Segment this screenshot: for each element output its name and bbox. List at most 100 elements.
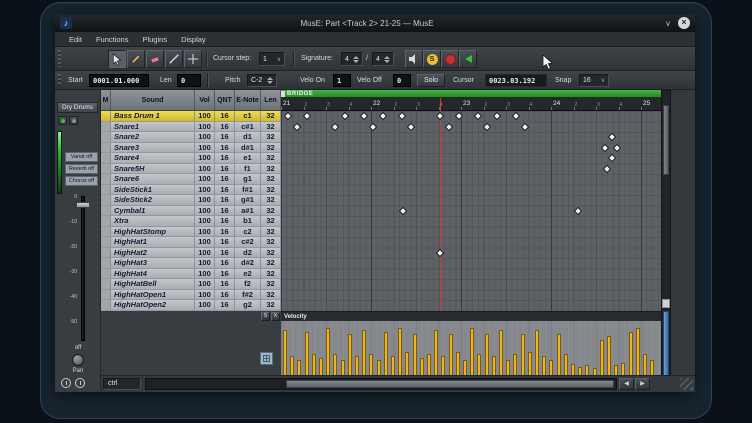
velocity-bar[interactable]	[398, 328, 402, 376]
pitch-spinbox[interactable]: C-2	[247, 74, 277, 87]
velocity-bar[interactable]	[477, 354, 481, 376]
velocity-bar[interactable]	[441, 356, 445, 376]
velocity-bar[interactable]	[629, 332, 633, 376]
drum-row[interactable]: Snare110016c#132	[101, 122, 281, 133]
drum-row[interactable]: Bass Drum 110016c132	[101, 111, 281, 122]
follow-song-button[interactable]	[459, 50, 477, 68]
velocity-bar[interactable]	[355, 356, 359, 376]
midi-in-button[interactable]	[441, 50, 459, 68]
velocity-bar[interactable]	[297, 360, 301, 376]
note-diamond[interactable]	[436, 112, 444, 120]
velocity-bars-area[interactable]	[281, 321, 661, 376]
velocity-bar[interactable]	[513, 354, 517, 376]
note-diamond[interactable]	[574, 206, 582, 214]
controller-select-button[interactable]	[260, 352, 273, 365]
velocity-bar[interactable]	[528, 352, 532, 376]
grid-scrollbar-thumb[interactable]	[663, 105, 669, 175]
velocity-bar[interactable]	[542, 356, 546, 376]
note-diamond[interactable]	[341, 112, 349, 120]
velocity-bar[interactable]	[427, 354, 431, 376]
menu-plugins[interactable]: Plugins	[142, 35, 167, 44]
part-bar[interactable]: BRIDGE	[281, 90, 661, 98]
note-diamond[interactable]	[474, 112, 482, 120]
velocity-bar[interactable]	[535, 330, 539, 376]
note-diamond[interactable]	[293, 122, 301, 130]
velocity-bar[interactable]	[650, 360, 654, 376]
signature-numerator-spinbox[interactable]: 4	[341, 52, 363, 66]
controller-solo-button[interactable]: S	[261, 312, 270, 321]
chorus-send-chip[interactable]: Chorus off	[65, 176, 98, 186]
velocity-bar[interactable]	[348, 334, 352, 376]
titlebar[interactable]: ♪ MusE: Part <Track 2> 21-25 — MusE ∨ ×	[55, 14, 695, 32]
volume-slider[interactable]	[81, 196, 85, 341]
note-diamond[interactable]	[360, 112, 368, 120]
variat-send-chip[interactable]: Variat off	[65, 152, 98, 162]
note-diamond[interactable]	[369, 122, 377, 130]
playhead-cursor[interactable]	[440, 98, 441, 311]
pencil-tool-button[interactable]	[127, 50, 145, 68]
note-diamond[interactable]	[608, 133, 616, 141]
velocity-bar[interactable]	[643, 354, 647, 376]
reverb-send-chip[interactable]: Reverb off	[65, 164, 98, 174]
part-handle-icon[interactable]	[281, 91, 285, 97]
velocity-bar[interactable]	[463, 360, 467, 376]
note-diamond[interactable]	[303, 112, 311, 120]
mute-button[interactable]	[69, 116, 78, 125]
signature-denominator-spinbox[interactable]: 4	[372, 52, 394, 66]
note-diamond[interactable]	[398, 112, 406, 120]
note-diamond[interactable]	[436, 248, 444, 256]
note-diamond[interactable]	[284, 112, 292, 120]
note-diamond[interactable]	[521, 122, 529, 130]
cursor-step-combo[interactable]: 1 ∨	[259, 52, 285, 66]
velocity-bar[interactable]	[312, 354, 316, 376]
drum-row[interactable]: HighHatOpen210016g232	[101, 300, 281, 311]
drum-row[interactable]: Xtra10016b132	[101, 216, 281, 227]
step-record-button[interactable]: S	[423, 50, 441, 68]
start-position-field[interactable]: 0001.01.000	[89, 74, 149, 87]
velocity-scrollbar-thumb[interactable]	[663, 311, 669, 385]
drum-row[interactable]: HighHat210016d232	[101, 248, 281, 259]
note-diamond[interactable]	[493, 112, 501, 120]
velocity-bar[interactable]	[290, 356, 294, 376]
velo-off-field[interactable]: 0	[393, 74, 411, 87]
velocity-bar[interactable]	[492, 356, 496, 376]
power-button[interactable]	[61, 378, 71, 388]
menu-edit[interactable]: Edit	[69, 35, 82, 44]
note-diamond[interactable]	[407, 122, 415, 130]
drum-row[interactable]: HighHatStomp10016c232	[101, 227, 281, 238]
velocity-bar[interactable]	[319, 358, 323, 376]
drum-row[interactable]: Snare310016d#132	[101, 143, 281, 154]
velocity-bar[interactable]	[384, 332, 388, 376]
close-button[interactable]: ×	[678, 17, 690, 29]
line-tool-button[interactable]	[165, 50, 183, 68]
pan-knob[interactable]	[72, 354, 84, 366]
scroll-right-button[interactable]: ▶	[635, 378, 650, 390]
velocity-bar[interactable]	[333, 354, 337, 376]
velocity-bar[interactable]	[499, 330, 503, 376]
splitter-handle[interactable]	[662, 299, 670, 308]
drum-row[interactable]: Snare610016g132	[101, 174, 281, 185]
resize-grip[interactable]	[680, 378, 693, 390]
eraser-tool-button[interactable]	[146, 50, 164, 68]
shade-button[interactable]: ∨	[662, 19, 674, 28]
velocity-bar[interactable]	[456, 352, 460, 376]
note-diamond[interactable]	[512, 112, 520, 120]
drum-row[interactable]: Snare210016d132	[101, 132, 281, 143]
record-arm-button[interactable]	[58, 116, 67, 125]
volume-slider-handle[interactable]	[76, 202, 90, 208]
drum-row[interactable]: Cymbal110016a#132	[101, 206, 281, 217]
velocity-bar[interactable]	[326, 328, 330, 376]
track-name-button[interactable]: Dry Drums	[57, 102, 98, 113]
scroll-left-button[interactable]: ◀	[619, 378, 634, 390]
pointer-tool-button[interactable]	[108, 50, 126, 68]
toolbar-handle[interactable]	[58, 74, 61, 86]
solo-button[interactable]: Solo	[417, 74, 445, 87]
ctrl-combo[interactable]: ctrl	[103, 378, 141, 390]
drum-row[interactable]: SideStick110016f#132	[101, 185, 281, 196]
note-grid[interactable]	[281, 111, 661, 311]
len-field[interactable]: 0	[177, 74, 201, 87]
note-diamond[interactable]	[601, 143, 609, 151]
velocity-bar[interactable]	[391, 356, 395, 376]
drum-row[interactable]: HighHat110016c#232	[101, 237, 281, 248]
velocity-bar[interactable]	[485, 334, 489, 376]
